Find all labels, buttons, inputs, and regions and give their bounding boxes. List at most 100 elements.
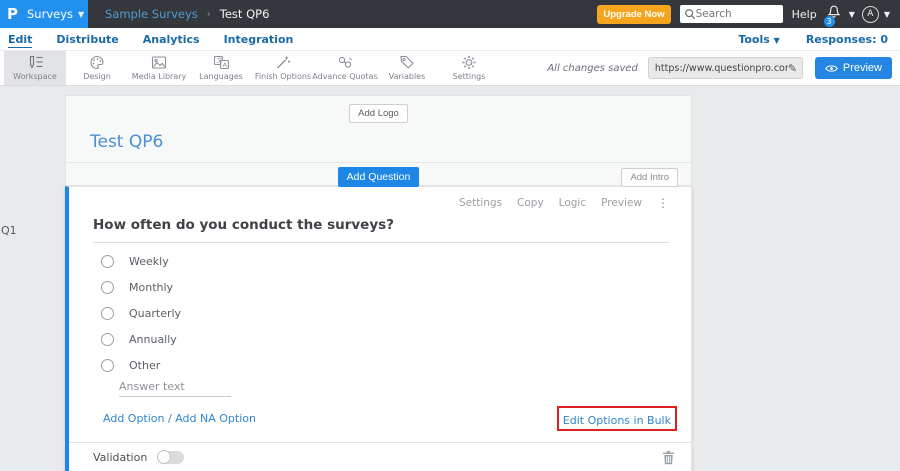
toolbar-item-label: Media Library: [131, 72, 187, 81]
delete-question-button[interactable]: [662, 450, 675, 465]
question-number-label: Q1: [1, 224, 17, 237]
survey-header-actions: Add Question Add Intro: [66, 163, 691, 191]
question-copy-link[interactable]: Copy: [517, 197, 544, 209]
search-icon: [684, 9, 695, 20]
add-intro-button[interactable]: Add Intro: [621, 167, 678, 187]
eye-icon: [825, 64, 838, 72]
radio-button[interactable]: [101, 280, 114, 294]
edit-url-icon[interactable]: ✎: [788, 62, 797, 75]
save-status: All changes saved: [547, 62, 638, 74]
languages-icon: 文 A: [213, 55, 229, 70]
tools-menu[interactable]: Tools ▼: [738, 33, 779, 46]
survey-url-box: ✎: [647, 57, 803, 79]
top-bar: P Surveys ▼ Sample Surveys › Test QP6 Up…: [0, 0, 900, 28]
option-row: Other: [101, 352, 691, 378]
survey-nav: Edit Distribute Analytics Integration To…: [0, 28, 900, 50]
edit-options-in-bulk-link[interactable]: Edit Options in Bulk: [563, 414, 671, 427]
notifications-button[interactable]: 3: [823, 4, 842, 27]
question-settings-link[interactable]: Settings: [459, 197, 502, 209]
surveys-menu-label: Surveys: [27, 7, 73, 21]
questionpro-app: P Surveys ▼ Sample Surveys › Test QP6 Up…: [0, 0, 900, 471]
search-box[interactable]: [679, 5, 783, 23]
notification-badge: 3: [823, 16, 835, 27]
questionpro-logo: P: [7, 4, 18, 23]
toolbar-item-label: Finish Options: [254, 72, 312, 81]
radio-button[interactable]: [101, 306, 114, 320]
question-block: Settings Copy Logic Preview ⋮ How often …: [65, 186, 692, 471]
chevron-down-icon[interactable]: ▼: [849, 10, 855, 19]
survey-workspace: Q1 Add Logo Test QP6 Add Question Add In…: [0, 95, 900, 471]
tab-distribute[interactable]: Distribute: [56, 31, 118, 47]
tab-edit[interactable]: Edit: [8, 31, 33, 48]
option-row: Weekly: [101, 248, 691, 274]
toolbar-item-label: Languages: [199, 72, 243, 81]
radio-button[interactable]: [101, 332, 114, 346]
question-text[interactable]: How often do you conduct the surveys?: [93, 217, 669, 243]
wand-icon: [277, 56, 291, 69]
option-label[interactable]: Annually: [129, 333, 177, 346]
tab-integration[interactable]: Integration: [224, 31, 294, 47]
toolbar-item-languages[interactable]: 文 A Languages: [190, 51, 252, 85]
surveys-menu[interactable]: P Surveys ▼: [0, 0, 88, 28]
option-label[interactable]: Weekly: [129, 255, 169, 268]
upgrade-now-button[interactable]: Upgrade Now: [597, 4, 671, 24]
validation-row: Validation: [69, 442, 691, 471]
option-label[interactable]: Quarterly: [129, 307, 181, 320]
survey-title[interactable]: Test QP6: [90, 132, 691, 152]
toolbar-item-design[interactable]: Design: [66, 51, 128, 85]
option-row: Annually: [101, 326, 691, 352]
survey-url-input[interactable]: [654, 62, 788, 74]
toolbar-item-settings[interactable]: Settings: [438, 51, 500, 85]
other-answer-input[interactable]: Answer text: [119, 380, 231, 397]
breadcrumb: Sample Surveys › Test QP6: [105, 7, 269, 21]
quotas-icon: [338, 56, 352, 68]
radio-button[interactable]: [101, 254, 114, 268]
gear-icon: [462, 55, 476, 70]
chevron-down-icon: ▼: [78, 9, 85, 19]
preview-button[interactable]: Preview: [814, 57, 892, 79]
answer-options-list: Weekly Monthly Quarterly Annually Other: [101, 248, 691, 378]
tab-analytics[interactable]: Analytics: [143, 31, 200, 47]
option-label[interactable]: Other: [129, 359, 160, 372]
annotation-highlight-box: Edit Options in Bulk: [556, 406, 677, 431]
chevron-down-icon[interactable]: ▼: [884, 10, 890, 19]
add-option-link[interactable]: Add Option / Add NA Option: [103, 412, 256, 425]
toolbar-item-label: Workspace: [13, 72, 57, 81]
topbar-right-group: Upgrade Now Help 3 ▼ A ▼: [597, 4, 900, 27]
responses-count[interactable]: Responses: 0: [806, 33, 888, 46]
preview-button-label: Preview: [842, 62, 882, 74]
breadcrumb-separator-icon: ›: [206, 8, 211, 20]
toolbar-item-workspace[interactable]: Workspace: [4, 51, 66, 85]
validation-toggle[interactable]: [157, 449, 185, 464]
tag-icon: [400, 55, 414, 69]
option-tools-row: Add Option / Add NA Option Edit Options …: [103, 406, 677, 431]
breadcrumb-parent[interactable]: Sample Surveys: [105, 7, 198, 21]
add-logo-button[interactable]: Add Logo: [349, 104, 408, 123]
toolbar-item-advance-quotas[interactable]: Advance Quotas: [312, 51, 378, 85]
design-icon: [90, 55, 104, 70]
radio-button[interactable]: [101, 358, 114, 372]
media-library-icon: [151, 56, 167, 69]
survey-card: Add Logo Test QP6 Add Question Add Intro…: [65, 95, 692, 471]
help-link[interactable]: Help: [792, 8, 817, 21]
toolbar-right-group: All changes saved ✎ Preview: [547, 51, 900, 85]
svg-text:A: A: [222, 61, 227, 69]
trash-icon: [663, 450, 674, 464]
breadcrumb-current: Test QP6: [219, 7, 270, 21]
search-input[interactable]: [695, 8, 776, 20]
more-options-icon[interactable]: ⋮: [657, 196, 669, 210]
toolbar-item-finish-options[interactable]: Finish Options: [252, 51, 314, 85]
add-question-button[interactable]: Add Question: [337, 167, 420, 187]
toolbar-item-label: Advance Quotas: [312, 72, 378, 81]
toolbar-item-variables[interactable]: Variables: [376, 51, 438, 85]
validation-label: Validation: [93, 450, 148, 464]
question-preview-link[interactable]: Preview: [601, 197, 642, 209]
toolbar-item-label: Settings: [452, 72, 486, 81]
option-row: Quarterly: [101, 300, 691, 326]
avatar[interactable]: A: [861, 5, 879, 23]
nav-right-group: Tools ▼ Responses: 0: [738, 33, 888, 46]
question-logic-link[interactable]: Logic: [559, 197, 586, 209]
survey-header: Add Logo Test QP6 Add Question Add Intro: [65, 95, 692, 187]
option-label[interactable]: Monthly: [129, 281, 173, 294]
toolbar-item-media-library[interactable]: Media Library: [128, 51, 190, 85]
